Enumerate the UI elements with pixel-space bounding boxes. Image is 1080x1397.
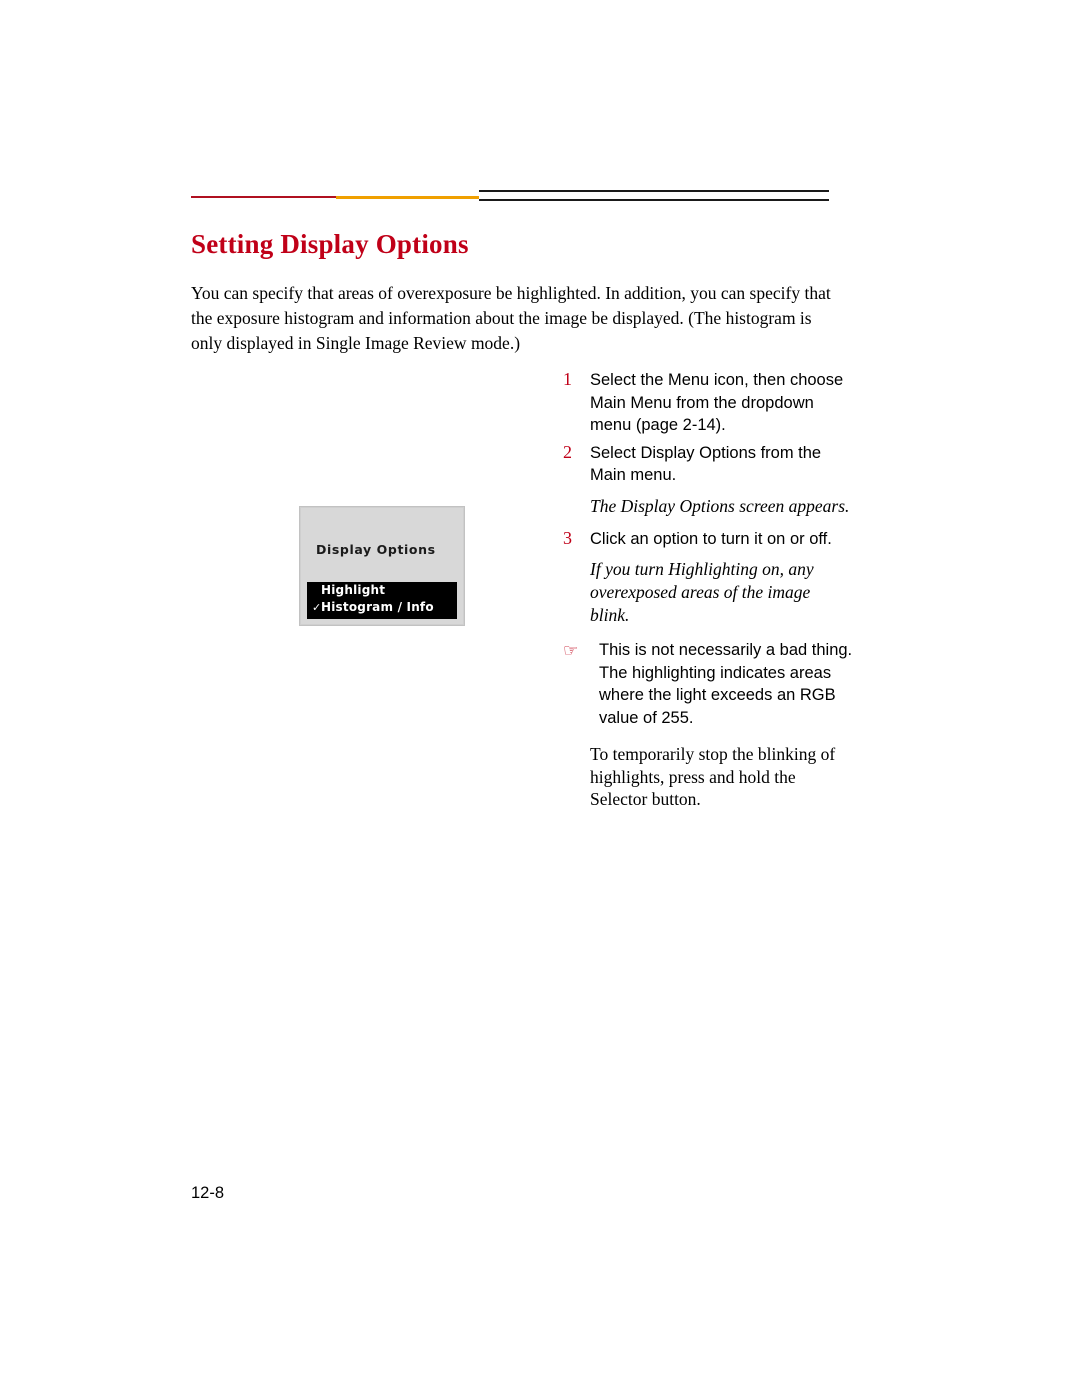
page-title: Setting Display Options [191,229,469,259]
display-options-screen-figure: Display Options Highlight ✓Histogram / I… [299,506,465,626]
header-rule-red [191,196,336,198]
step-1-text: Select the Menu icon, then choose Main M… [590,371,844,434]
tip-text: This is not necessarily a bad thing. The… [599,641,853,727]
figure-menu-label-histogram: Histogram / Info [321,600,434,614]
figure-checkmark-histogram: ✓ [312,601,322,614]
step-1: 1 Select the Menu icon, then choose Main… [563,369,853,437]
step-2: 2 Select Display Options from the Main m… [563,442,853,487]
note-after-step-2: The Display Options screen appears. [590,495,850,516]
intro-paragraph: You can specify that areas of overexposu… [191,283,831,353]
figure-screen-title: Display Options [316,542,436,557]
header-rule-orange [336,196,479,199]
note-after-step-3: If you turn Highlighting on, any overexp… [590,559,814,625]
procedure-steps: 1 Select the Menu icon, then choose Main… [563,369,853,811]
figure-menu-item-highlight: Highlight [312,583,385,597]
step-2-text: Select Display Options from the Main men… [590,443,822,485]
figure-menu-label-highlight: Highlight [321,583,386,597]
header-rule-black-bottom [479,199,829,201]
tip-callout: ☞ This is not necessarily a bad thing. T… [563,639,853,729]
figure-menu-block: Highlight ✓Histogram / Info [307,582,457,619]
step-1-number: 1 [563,369,572,389]
pointing-hand-icon: ☞ [563,641,579,661]
step-3: 3 Click an option to turn it on or off. [563,528,853,551]
header-rule-black-top [479,190,829,192]
closing-paragraph: To temporarily stop the blinking of high… [590,744,836,809]
document-page: Setting Display Options You can specify … [0,0,1080,1397]
figure-menu-item-histogram: ✓Histogram / Info [312,600,434,614]
step-3-number: 3 [563,527,572,548]
page-number: 12-8 [191,1184,225,1202]
step-3-text: Click an option to turn it on or off. [590,529,832,548]
step-2-number: 2 [563,441,572,462]
